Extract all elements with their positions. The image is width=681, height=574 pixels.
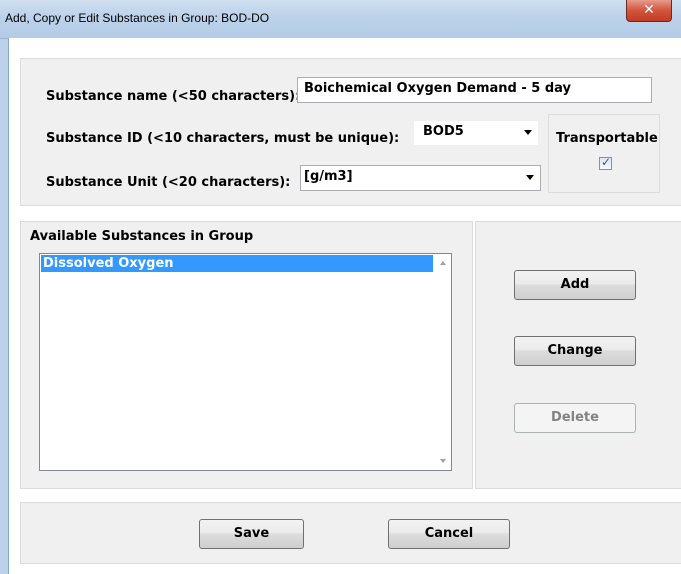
checkmark-icon: ✓: [601, 155, 612, 169]
substance-unit-value: [g/m3]: [304, 169, 353, 184]
scroll-up-icon[interactable]: [440, 261, 446, 265]
actions-panel: Add Change Delete: [475, 221, 681, 489]
add-button[interactable]: Add: [514, 270, 636, 300]
substance-id-label: Substance ID (<10 characters, must be un…: [46, 131, 400, 146]
window-title: Add, Copy or Edit Substances in Group: B…: [5, 11, 270, 25]
title-bar[interactable]: Add, Copy or Edit Substances in Group: B…: [0, 0, 681, 39]
substance-name-label: Substance name (<50 characters):: [46, 89, 301, 104]
substance-id-value: BOD5: [423, 124, 464, 139]
scroll-down-icon[interactable]: [440, 459, 446, 463]
listbox-scrollbar[interactable]: [434, 254, 451, 470]
transportable-label: Transportable: [556, 131, 658, 146]
close-button[interactable]: ✕: [626, 0, 672, 22]
substance-id-dropdown[interactable]: BOD5: [414, 121, 538, 145]
substance-name-value: Boichemical Oxygen Demand - 5 day: [304, 81, 572, 96]
dialog-client-area: Substance name (<50 characters): Boichem…: [9, 38, 681, 574]
delete-button[interactable]: Delete: [514, 403, 636, 433]
chevron-down-icon: [524, 130, 532, 135]
available-substances-panel: Available Substances in Group Dissolved …: [20, 221, 473, 489]
cancel-button[interactable]: Cancel: [388, 519, 510, 549]
close-icon: ✕: [643, 2, 655, 18]
list-item[interactable]: Dissolved Oxygen: [41, 255, 433, 272]
substance-unit-label: Substance Unit (<20 characters):: [46, 175, 291, 190]
footer-panel: Save Cancel: [20, 502, 681, 564]
available-substances-label: Available Substances in Group: [30, 229, 254, 244]
transportable-checkbox[interactable]: ✓: [599, 155, 612, 170]
substance-details-panel: Substance name (<50 characters): Boichem…: [20, 58, 681, 206]
substance-unit-dropdown[interactable]: [g/m3]: [300, 165, 541, 191]
change-button[interactable]: Change: [514, 336, 636, 366]
save-button[interactable]: Save: [199, 519, 304, 549]
substance-name-field[interactable]: Boichemical Oxygen Demand - 5 day: [297, 77, 652, 103]
transportable-panel: Transportable ✓: [548, 114, 660, 193]
substances-listbox[interactable]: Dissolved Oxygen: [39, 253, 452, 471]
chevron-down-icon: [526, 175, 534, 180]
